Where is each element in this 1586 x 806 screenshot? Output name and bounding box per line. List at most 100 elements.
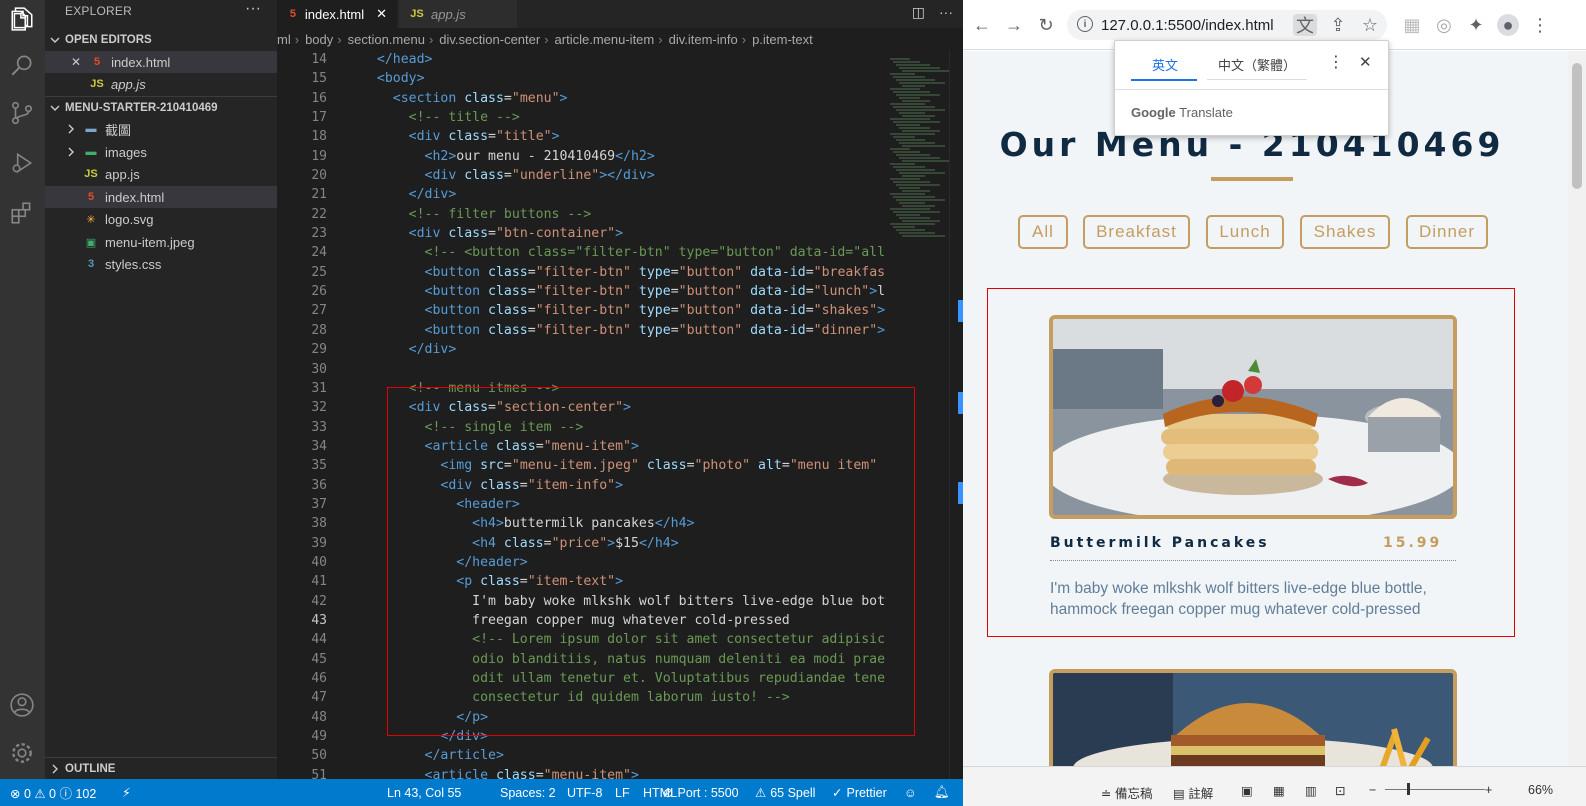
tree-item-styles-css[interactable]: 3 styles.css (45, 253, 277, 275)
comments-button[interactable]: ▤ 註解 (1173, 783, 1213, 802)
code-token: "item-info" (527, 477, 616, 493)
live-server-port[interactable]: ⊘ Port : 5500 (663, 779, 739, 806)
live-share-icon[interactable]: ⚡ (122, 779, 131, 806)
code-editor[interactable]: 14 15 16 17 18 19 20 21 22 23 24 25 26 27 28 29 30 31 32 33… (277, 50, 963, 779)
close-icon[interactable]: ✕ (71, 55, 81, 69)
extensions-icon[interactable] (9, 200, 35, 226)
tree-item-app-js[interactable]: JS app.js (45, 163, 277, 185)
minimap-line (899, 157, 940, 159)
problems-indicator[interactable]: ⊗ 0 ⚠ 0 ⓘ 102 (10, 779, 96, 806)
zoom-level[interactable]: 66% (1528, 783, 1553, 797)
filter-button-all[interactable]: All (1018, 215, 1068, 249)
line-number: 36 (311, 477, 327, 493)
extension-icon[interactable]: ▦ (1401, 14, 1423, 36)
zoom-slider[interactable] (1385, 789, 1485, 790)
breadcrumb-item[interactable]: article.menu-item (555, 32, 655, 47)
close-icon[interactable]: ✕ (1359, 53, 1372, 71)
filter-button-lunch[interactable]: Lunch (1206, 215, 1284, 249)
outline-header[interactable]: OUTLINE (45, 757, 277, 779)
slideshow-icon[interactable]: ⊡ (1335, 783, 1345, 798)
zoom-out-icon[interactable]: − (1369, 783, 1376, 797)
translate-tab-target[interactable]: 中文（繁體） (1218, 55, 1296, 74)
editor-scrollbar[interactable] (949, 50, 963, 779)
back-arrow-icon[interactable]: ← (971, 14, 993, 36)
tree-item-logo-svg[interactable]: ✳ logo.svg (45, 208, 277, 230)
zoom-slider-handle[interactable] (1407, 783, 1410, 795)
extensions-puzzle-icon[interactable]: ✦ (1465, 14, 1487, 36)
html-file-icon: 5 (94, 56, 101, 68)
code-lines[interactable]: </head> <body> <section class="menu"> <!… (361, 50, 886, 779)
filter-button-shakes[interactable]: Shakes (1300, 215, 1390, 249)
line-ending[interactable]: LF (615, 779, 630, 806)
code-token: "price" (551, 535, 608, 551)
tree-item-screenshots-folder[interactable]: ▬ 截圖 (45, 118, 277, 140)
translate-icon[interactable]: 文 (1293, 14, 1317, 36)
notes-button[interactable]: ≐ 備忘稿 (1101, 783, 1152, 802)
code-token: = (503, 458, 512, 474)
code-token: class (464, 168, 504, 184)
code-token: > (623, 400, 631, 416)
reload-icon[interactable]: ↻ (1035, 14, 1057, 36)
notes-icon: ≐ (1101, 787, 1115, 801)
more-actions-icon[interactable]: ··· (939, 4, 953, 21)
breadcrumb-item[interactable]: p.item-text (752, 32, 813, 47)
close-icon[interactable]: ✕ (376, 6, 387, 22)
line-number: 25 (311, 264, 327, 280)
normal-view-icon[interactable]: ▣ (1241, 783, 1253, 798)
more-options-icon[interactable]: ⋮ (1328, 52, 1344, 72)
code-line: </header> (361, 553, 886, 572)
indentation[interactable]: Spaces: 2 (500, 779, 556, 806)
reading-view-icon[interactable]: ▥ (1305, 783, 1317, 798)
filter-button-dinner[interactable]: Dinner (1406, 215, 1488, 249)
spell-check[interactable]: ⚠ 65 Spell (755, 779, 815, 806)
cursor-position[interactable]: Ln 43, Col 55 (387, 779, 461, 806)
minimap[interactable] (886, 50, 950, 779)
breadcrumb-item[interactable]: section.menu (348, 32, 425, 47)
source-control-icon[interactable] (9, 100, 35, 126)
item-description: I'm baby woke mlkshk wolf bitters live-e… (1050, 580, 1427, 618)
tree-item-images-folder[interactable]: ▬ images (45, 141, 277, 163)
page-scrollbar[interactable] (1568, 51, 1586, 766)
open-editor-index-html[interactable]: ✕ 5 index.html (45, 51, 277, 73)
site-info-icon[interactable]: i (1077, 16, 1093, 32)
more-actions-icon[interactable]: ··· (245, 0, 261, 18)
breadcrumb-item[interactable]: div.section-center (439, 32, 540, 47)
translate-tab-source[interactable]: 英文 (1152, 55, 1178, 74)
tree-item-menu-item-jpeg[interactable]: ▣ menu-item.jpeg (45, 231, 277, 253)
breadcrumb-item[interactable]: body (305, 32, 333, 47)
run-debug-icon[interactable] (9, 150, 35, 176)
feedback-icon[interactable]: ☺ (904, 779, 917, 806)
tab-app-js[interactable]: JS app.js (399, 0, 517, 28)
forward-arrow-icon[interactable]: → (1003, 14, 1025, 36)
tab-index-html[interactable]: 5 index.html ✕ (277, 0, 397, 28)
minimap-line (902, 175, 925, 177)
open-editors-header[interactable]: OPEN EDITORS (45, 29, 277, 51)
encoding[interactable]: UTF-8 (567, 779, 602, 806)
scrollbar-thumb[interactable] (1572, 63, 1582, 189)
project-label: MENU-STARTER-210410469 (65, 101, 218, 114)
profile-avatar-icon[interactable]: ● (1497, 14, 1519, 36)
minimap-line (893, 76, 925, 78)
breadcrumb-item[interactable]: ml (277, 32, 291, 47)
settings-gear-icon[interactable] (9, 740, 35, 766)
project-folder-header[interactable]: MENU-STARTER-210410469 (45, 96, 277, 118)
browser-menu-icon[interactable]: ⋮ (1529, 14, 1551, 36)
bookmark-star-icon[interactable]: ☆ (1359, 14, 1381, 36)
split-editor-icon[interactable]: ◫ (912, 4, 925, 21)
port-label: Port : 5500 (677, 785, 739, 800)
extension-icon[interactable]: ◎ (1433, 14, 1455, 36)
breadcrumb-item[interactable]: div.item-info (669, 32, 738, 47)
prettier-status[interactable]: ✓ Prettier (832, 779, 887, 806)
slide-sorter-icon[interactable]: ▦ (1273, 783, 1285, 798)
share-icon[interactable]: ⇪ (1327, 14, 1349, 36)
minimap-line (896, 199, 945, 201)
explorer-icon[interactable] (9, 6, 35, 32)
open-editor-app-js[interactable]: JS app.js (45, 73, 277, 95)
code-token: <img (361, 458, 481, 474)
account-icon[interactable] (9, 692, 35, 718)
search-icon[interactable] (9, 52, 35, 78)
notifications-bell-icon[interactable]: 🔔︎ (934, 779, 950, 806)
filter-button-breakfast[interactable]: Breakfast (1083, 215, 1190, 249)
tree-item-index-html[interactable]: 5 index.html (45, 186, 277, 208)
zoom-in-icon[interactable]: + (1485, 783, 1492, 797)
